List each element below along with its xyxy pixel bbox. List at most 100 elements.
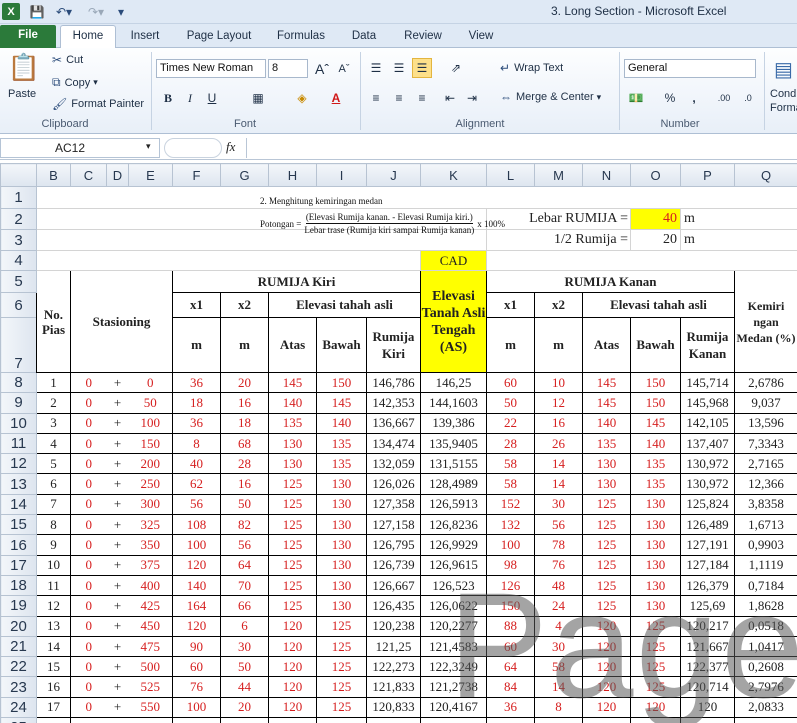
cell-sta-m[interactable]: 0 bbox=[128, 371, 173, 394]
cell-kemiringan[interactable]: 1,0417 bbox=[734, 635, 797, 658]
cell-x1-kanan[interactable]: 152 bbox=[486, 493, 535, 516]
cell-sta-km[interactable]: 0 bbox=[70, 371, 107, 394]
cell-rumija-kanan[interactable]: 137,407 bbox=[680, 432, 735, 455]
cell-x2-kanan[interactable]: 14 bbox=[534, 676, 583, 698]
percent-button[interactable]: % bbox=[660, 88, 680, 108]
cell-x2-kanan[interactable]: 24 bbox=[534, 595, 583, 617]
header-m-x1-kiri[interactable]: m bbox=[172, 317, 221, 373]
orientation-icon[interactable]: ⇗ bbox=[446, 58, 466, 78]
cell-elevasi-tengah[interactable]: 126,9615 bbox=[420, 554, 487, 576]
cell-atas-kiri[interactable]: 125 bbox=[268, 514, 317, 536]
cell-x2-kiri[interactable]: 18 bbox=[220, 412, 269, 434]
empty-cell[interactable] bbox=[36, 250, 421, 271]
column-header[interactable]: M bbox=[534, 163, 583, 187]
half-rumija-unit[interactable]: m bbox=[680, 229, 797, 251]
copy-button[interactable]: ⧉ Copy ▾ bbox=[52, 75, 98, 90]
header-rumija-kanan-col[interactable]: Rumija Kanan bbox=[680, 317, 735, 373]
column-header[interactable]: P bbox=[680, 163, 735, 187]
cell-elevasi-tengah[interactable]: 126,5913 bbox=[420, 493, 487, 516]
cell-rumija-kiri[interactable]: 120,833 bbox=[366, 696, 421, 719]
cell-no[interactable]: 6 bbox=[36, 473, 71, 495]
cell-sta-m[interactable]: 400 bbox=[128, 574, 173, 597]
fill-color-icon[interactable]: ◈ bbox=[292, 88, 312, 108]
font-family-select[interactable]: Times New Roman bbox=[156, 59, 266, 78]
cell-kemiringan[interactable]: 3,8358 bbox=[734, 493, 797, 516]
cell-x2-kiri[interactable]: 50 bbox=[220, 493, 269, 516]
cell-rumija-kanan[interactable]: 120 bbox=[680, 696, 735, 719]
row-header[interactable]: 23 bbox=[0, 676, 37, 698]
cell-bawah-kiri[interactable]: 130 bbox=[316, 574, 367, 597]
increase-indent-icon[interactable]: ⇥ bbox=[462, 88, 482, 108]
cell-elevasi-tengah[interactable]: 131,5155 bbox=[420, 453, 487, 475]
cell-sta-m[interactable]: 425 bbox=[128, 595, 173, 617]
cell-rumija-kiri[interactable]: 134,474 bbox=[366, 432, 421, 455]
cell-x1-kiri[interactable]: 90 bbox=[172, 635, 221, 658]
cell-atas-kiri[interactable]: 125 bbox=[268, 554, 317, 576]
cell-sta-km[interactable]: 0 bbox=[70, 453, 107, 475]
cell-sta-plus[interactable]: + bbox=[106, 635, 129, 658]
cell-x1-kanan[interactable]: 98 bbox=[486, 554, 535, 576]
cell-sta-km[interactable]: 0 bbox=[70, 514, 107, 536]
cell-kemiringan[interactable]: 2,7976 bbox=[734, 676, 797, 698]
cell-x1-kiri[interactable]: 140 bbox=[172, 574, 221, 597]
cell-bawah-kanan[interactable]: 130 bbox=[630, 514, 681, 536]
cell-x2-kiri[interactable]: 20 bbox=[220, 371, 269, 394]
cell-x2-kiri[interactable]: 2 bbox=[220, 717, 269, 723]
cell-bawah-kiri[interactable]: 125 bbox=[316, 615, 367, 637]
cell-x2-kanan[interactable]: 30 bbox=[534, 635, 583, 658]
row-header[interactable]: 22 bbox=[0, 656, 37, 678]
cell-no[interactable]: 3 bbox=[36, 412, 71, 434]
cell-rumija-kanan[interactable]: 125,69 bbox=[680, 595, 735, 617]
cell-kemiringan[interactable]: 7,3343 bbox=[734, 432, 797, 455]
cell-elevasi-tengah[interactable]: 139,386 bbox=[420, 412, 487, 434]
header-no-pias[interactable]: No. Pias bbox=[36, 270, 71, 373]
cell-x1-kiri[interactable]: 100 bbox=[172, 534, 221, 556]
cell-no[interactable]: 9 bbox=[36, 534, 71, 556]
cell-rumija-kiri[interactable]: 126,795 bbox=[366, 534, 421, 556]
bold-icon[interactable]: B bbox=[158, 88, 178, 108]
cell-no[interactable]: 14 bbox=[36, 635, 71, 658]
cell-sta-km[interactable]: 0 bbox=[70, 635, 107, 658]
name-box[interactable]: AC12 bbox=[0, 138, 160, 158]
row-header[interactable]: 2 bbox=[0, 208, 37, 230]
cell-atas-kiri[interactable]: 125 bbox=[268, 534, 317, 556]
cell-x1-kiri[interactable]: 56 bbox=[172, 493, 221, 516]
header-atas-kanan[interactable]: Atas bbox=[582, 317, 631, 373]
cell-bawah-kiri[interactable]: 130 bbox=[316, 595, 367, 617]
cell-sta-m[interactable]: 575 bbox=[128, 717, 173, 723]
cell-atas-kiri[interactable]: 125 bbox=[268, 574, 317, 597]
redo-icon[interactable]: ↷▾ bbox=[82, 3, 110, 20]
cell-elevasi-tengah[interactable]: 122,3249 bbox=[420, 656, 487, 678]
row-header[interactable]: 18 bbox=[0, 574, 37, 597]
cell-atas-kanan[interactable]: 120 bbox=[582, 635, 631, 658]
cell-x2-kiri[interactable]: 70 bbox=[220, 574, 269, 597]
cell-bawah-kiri[interactable]: 125 bbox=[316, 696, 367, 719]
cell-atas-kiri[interactable]: 130 bbox=[268, 453, 317, 475]
cell-x1-kanan[interactable]: 60 bbox=[486, 635, 535, 658]
cell-bawah-kanan[interactable]: 135 bbox=[630, 473, 681, 495]
cell-atas-kanan[interactable]: 135 bbox=[582, 432, 631, 455]
cell-atas-kiri[interactable]: 145 bbox=[268, 371, 317, 394]
cell-atas-kiri[interactable]: 125 bbox=[268, 595, 317, 617]
cell-sta-m[interactable]: 500 bbox=[128, 656, 173, 678]
cell-kemiringan[interactable]: 13,596 bbox=[734, 412, 797, 434]
cell-sta-plus[interactable]: + bbox=[106, 595, 129, 617]
align-top-icon[interactable]: ☰ bbox=[366, 58, 386, 78]
cell-rumija-kiri[interactable]: 127,358 bbox=[366, 493, 421, 516]
cell-atas-kanan[interactable]: 140 bbox=[582, 412, 631, 434]
cell-no[interactable]: 18 bbox=[36, 717, 71, 723]
cell-rumija-kanan[interactable]: 145,968 bbox=[680, 392, 735, 414]
tab-home[interactable]: Home bbox=[60, 25, 116, 49]
cell-x2-kanan[interactable]: 14 bbox=[534, 717, 583, 723]
cell-x2-kanan[interactable]: 78 bbox=[534, 534, 583, 556]
lebar-rumija-value[interactable]: 40 bbox=[630, 208, 681, 230]
header-atas-kiri[interactable]: Atas bbox=[268, 317, 317, 373]
column-header[interactable]: D bbox=[106, 163, 129, 187]
cell-bawah-kanan[interactable]: 130 bbox=[630, 574, 681, 597]
cell-x2-kiri[interactable]: 28 bbox=[220, 453, 269, 475]
cell-x2-kiri[interactable]: 16 bbox=[220, 392, 269, 414]
row-header[interactable]: 19 bbox=[0, 595, 37, 617]
cell-rumija-kiri[interactable]: 120,082 bbox=[366, 717, 421, 723]
cell-no[interactable]: 5 bbox=[36, 453, 71, 475]
cell-atas-kiri[interactable]: 120 bbox=[268, 615, 317, 637]
